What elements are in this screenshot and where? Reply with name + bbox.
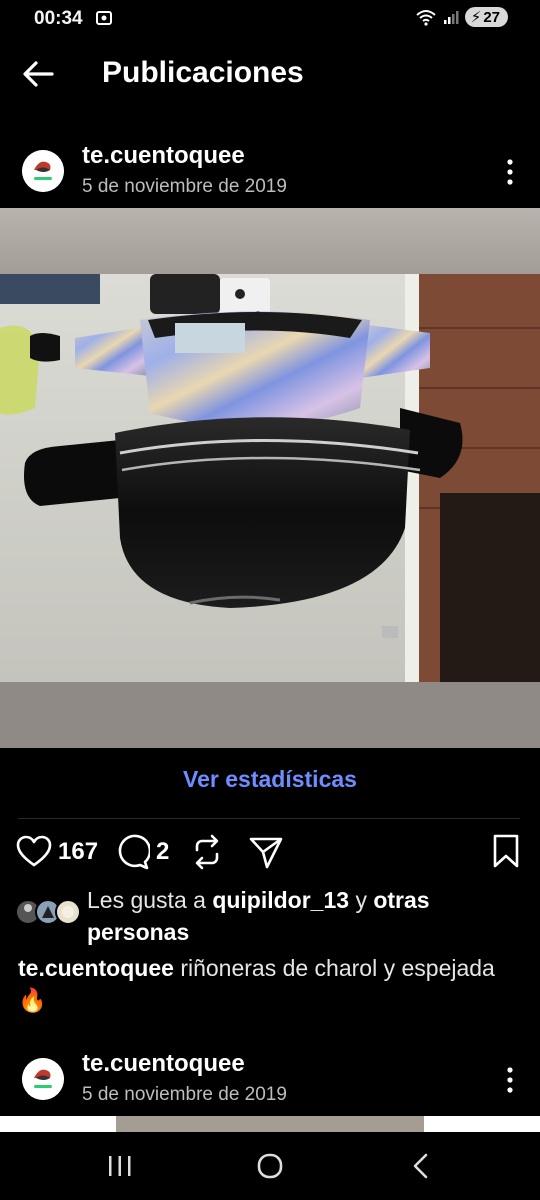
- screenshot-icon: [96, 11, 112, 25]
- wifi-icon: [416, 10, 436, 26]
- like-button[interactable]: 167: [16, 830, 98, 874]
- liked-avatars: [16, 899, 81, 925]
- liked-by-text: Les gusta a quipildor_13 y otras persona…: [87, 884, 507, 948]
- system-nav-bar: [0, 1132, 540, 1200]
- more-vertical-icon[interactable]: [498, 1062, 522, 1098]
- profile-logo-icon: [22, 1058, 64, 1100]
- post-image[interactable]: [0, 208, 540, 748]
- divider: [18, 818, 520, 819]
- home-icon[interactable]: [250, 1150, 290, 1182]
- battery-indicator: ⚡ 27: [464, 7, 508, 27]
- repost-icon[interactable]: [190, 830, 224, 874]
- like-count: 167: [58, 838, 99, 865]
- heart-icon: [16, 835, 52, 867]
- post-actions: 167 2: [0, 830, 540, 874]
- top-bar: Publicaciones: [0, 40, 540, 104]
- signal-icon: [443, 11, 459, 24]
- comment-count: 2: [156, 838, 170, 865]
- caption-username[interactable]: te.cuentoquee: [18, 955, 174, 981]
- comment-icon: [118, 834, 150, 870]
- liked-by-prefix: Les gusta a: [87, 887, 206, 913]
- bookmark-icon[interactable]: [492, 830, 520, 874]
- status-icons: ⚡ 27: [415, 7, 508, 27]
- next-post-image-content: [116, 1116, 424, 1132]
- avatar[interactable]: [22, 150, 64, 192]
- back-arrow-icon[interactable]: [18, 54, 58, 94]
- back-nav-icon[interactable]: [400, 1150, 440, 1182]
- battery-bolt-icon: ⚡: [470, 9, 482, 26]
- next-post-image[interactable]: [0, 1116, 540, 1132]
- fanny-packs-photo: [0, 208, 540, 748]
- more-vertical-icon[interactable]: [498, 154, 522, 190]
- status-bar: 00:34 ⚡ 27: [0, 0, 540, 36]
- post-caption: te.cuentoquee riñoneras de charol y espe…: [18, 952, 518, 1016]
- recents-icon[interactable]: [100, 1150, 140, 1182]
- post-date: 5 de noviembre de 2019: [82, 176, 287, 197]
- view-insights-link[interactable]: Ver estadísticas: [0, 766, 540, 793]
- share-icon[interactable]: [248, 830, 284, 874]
- avatar[interactable]: [22, 1058, 64, 1100]
- post-header: te.cuentoquee 5 de noviembre de 2019: [0, 140, 540, 206]
- battery-level: 27: [483, 8, 500, 26]
- liked-by-user[interactable]: quipildor_13: [212, 887, 349, 913]
- post-username[interactable]: te.cuentoquee: [82, 1050, 245, 1078]
- comment-button[interactable]: 2: [114, 830, 169, 874]
- status-time: 00:34: [34, 8, 83, 29]
- page-title: Publicaciones: [102, 56, 304, 89]
- post-username[interactable]: te.cuentoquee: [82, 142, 245, 170]
- post-date: 5 de noviembre de 2019: [82, 1084, 287, 1105]
- profile-logo-icon: [22, 150, 64, 192]
- next-post-header: te.cuentoquee 5 de noviembre de 2019: [0, 1048, 540, 1114]
- liked-by-mid: y: [355, 887, 367, 913]
